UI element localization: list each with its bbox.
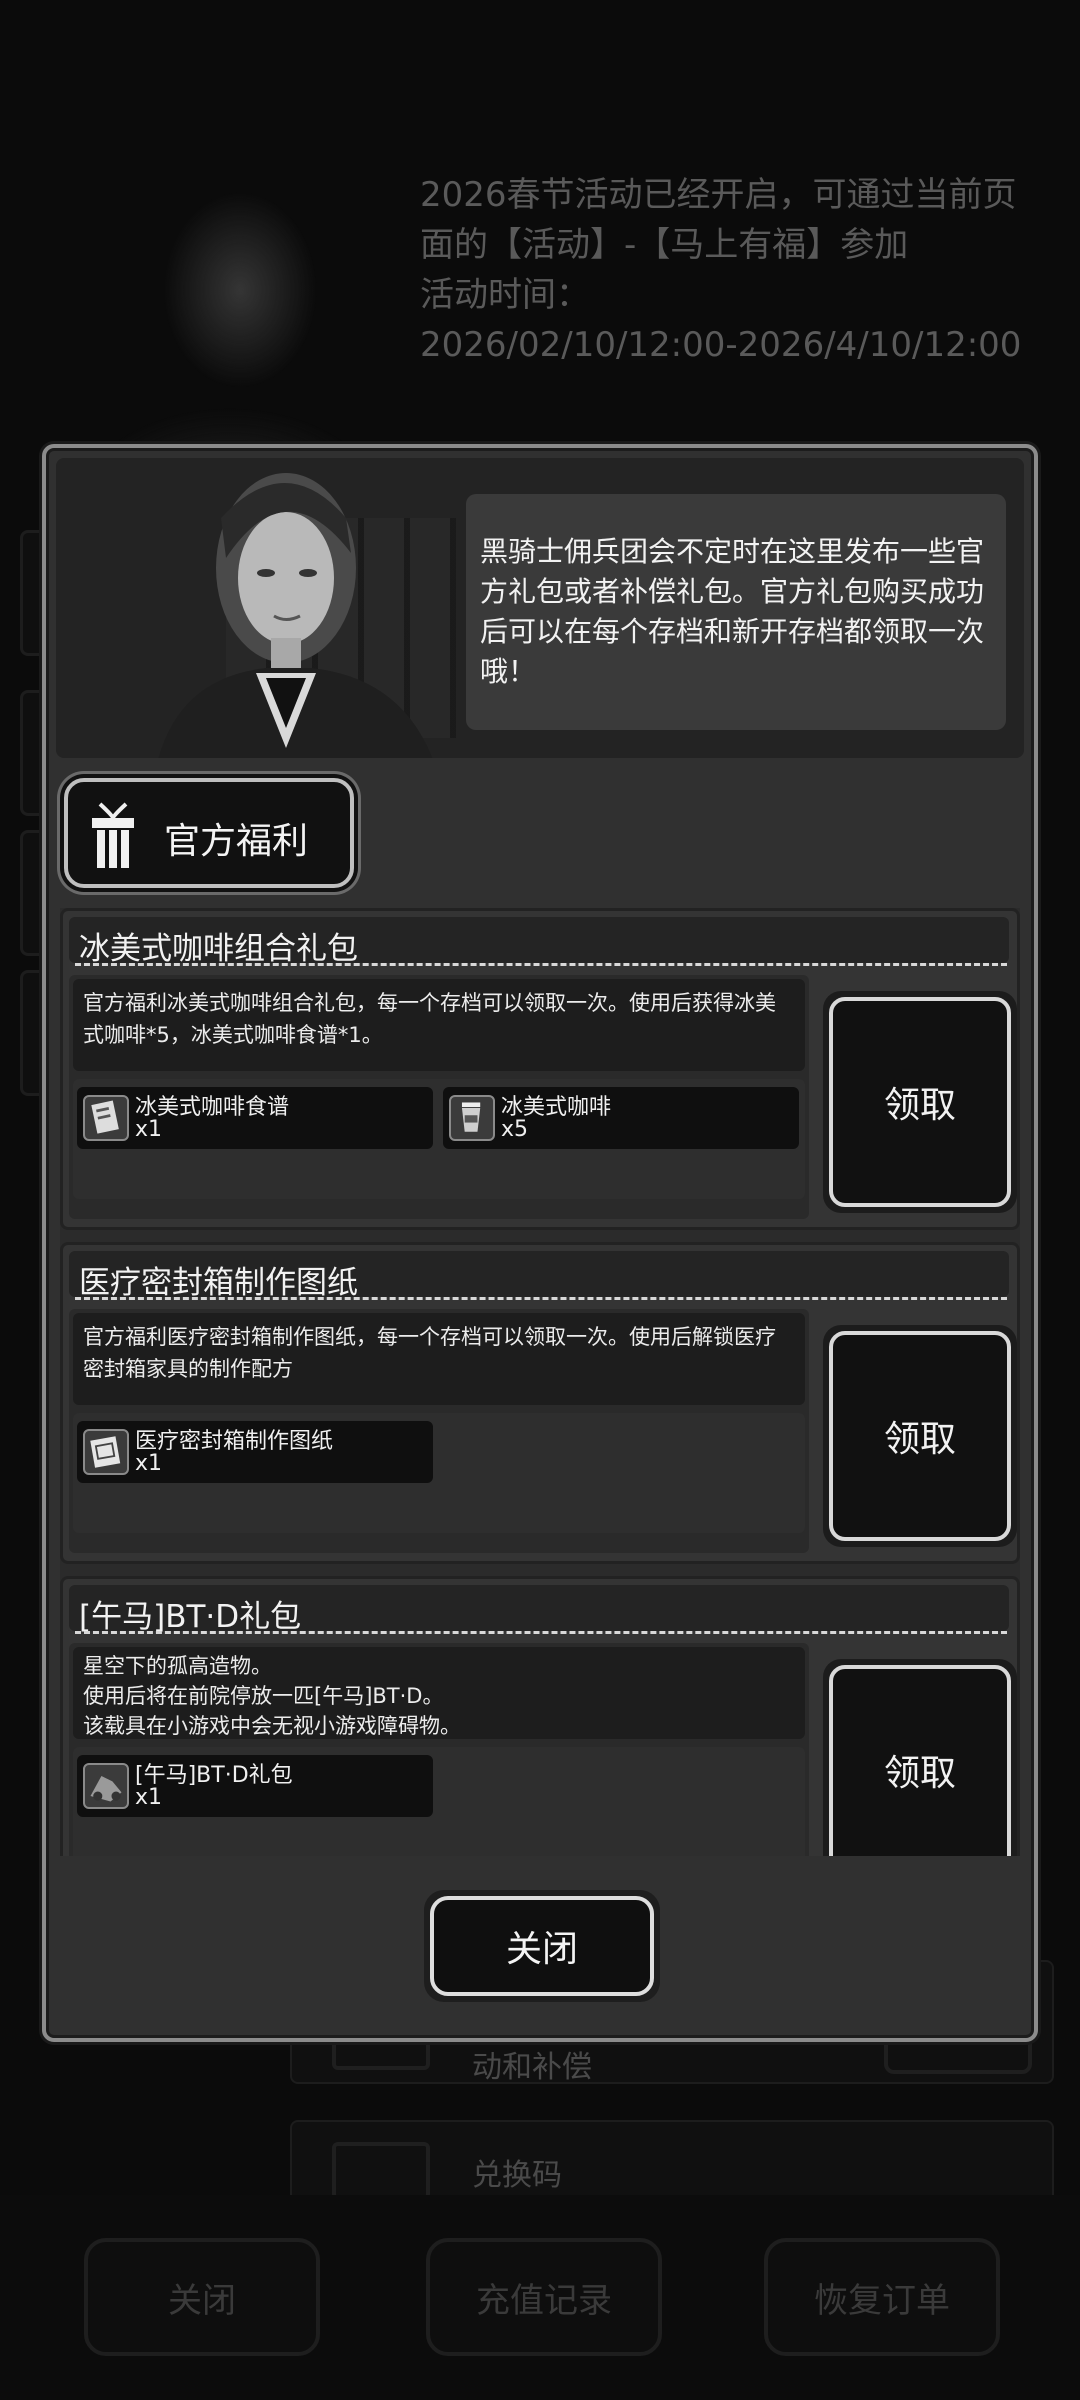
divider	[75, 1631, 1007, 1634]
reward-item[interactable]: 冰美式咖啡 x5	[443, 1087, 799, 1149]
gift-content: 官方福利医疗密封箱制作图纸，每一个存档可以领取一次。使用后解锁医疗密封箱家具的制…	[69, 1309, 809, 1553]
reward-name: 医疗密封箱制作图纸	[135, 1429, 334, 1454]
npc-portrait	[158, 473, 433, 758]
close-button[interactable]: 关闭	[430, 1896, 654, 1996]
gift-icon	[92, 802, 134, 868]
background-list-item[interactable]: 兑换码	[290, 2120, 1054, 2204]
recipe-icon	[83, 1095, 129, 1141]
coffee-cup-icon	[449, 1095, 495, 1141]
event-notice-line: 面的【活动】-【马上有福】参加	[420, 225, 909, 265]
reward-item[interactable]: 冰美式咖啡食谱 x1	[77, 1087, 433, 1149]
gift-content: 星空下的孤高造物。 使用后将在前院停放一匹[午马]BT·D。 该载具在小游戏中会…	[69, 1643, 809, 1856]
gift-title-bar: 医疗密封箱制作图纸	[69, 1251, 1009, 1301]
npc-dialog-panel: 黑骑士佣兵团会不定时在这里发布一些官方礼包或者补偿礼包。官方礼包购买成功后可以在…	[56, 458, 1024, 758]
gift-title-bar: [午马]BT·D礼包	[69, 1585, 1009, 1635]
reward-item[interactable]: 医疗密封箱制作图纸 x1	[77, 1421, 433, 1483]
reward-quantity: x1	[135, 1785, 163, 1810]
gift-title-bar: 冰美式咖啡组合礼包	[69, 917, 1009, 967]
gift-card: 医疗密封箱制作图纸 官方福利医疗密封箱制作图纸，每一个存档可以领取一次。使用后解…	[60, 1242, 1020, 1564]
reward-list: 冰美式咖啡食谱 x1 冰美式咖啡 x5	[73, 1079, 805, 1199]
claim-button-frame: 领取	[823, 1325, 1017, 1547]
background-close-button[interactable]: 关闭	[84, 2238, 320, 2356]
gift-content: 官方福利冰美式咖啡组合礼包，每一个存档可以领取一次。使用后获得冰美式咖啡*5，冰…	[69, 975, 809, 1219]
event-notice-line: 2026/02/10/12:00-2026/4/10/12:00	[420, 325, 1022, 365]
gift-title: 冰美式咖啡组合礼包	[79, 931, 358, 967]
gift-description: 官方福利医疗密封箱制作图纸，每一个存档可以领取一次。使用后解锁医疗密封箱家具的制…	[73, 1313, 805, 1405]
reward-quantity: x5	[501, 1117, 529, 1142]
reward-quantity: x1	[135, 1451, 163, 1476]
section-title: 官方福利	[164, 821, 309, 862]
npc-speech-bubble: 黑骑士佣兵团会不定时在这里发布一些官方礼包或者补偿礼包。官方礼包购买成功后可以在…	[466, 494, 1006, 730]
background-item-icon	[332, 2142, 430, 2200]
close-button-frame: 关闭	[424, 1890, 660, 2002]
claim-button-frame: 领取	[823, 1659, 1017, 1856]
gift-description: 官方福利冰美式咖啡组合礼包，每一个存档可以领取一次。使用后获得冰美式咖啡*5，冰…	[73, 979, 805, 1071]
divider	[75, 1297, 1007, 1300]
gift-card: 冰美式咖啡组合礼包 官方福利冰美式咖啡组合礼包，每一个存档可以领取一次。使用后获…	[60, 908, 1020, 1230]
gift-title: [午马]BT·D礼包	[79, 1599, 302, 1635]
claim-button[interactable]: 领取	[829, 1665, 1011, 1856]
gift-title: 医疗密封箱制作图纸	[79, 1265, 358, 1301]
vehicle-icon	[83, 1763, 129, 1809]
gift-list[interactable]: 冰美式咖啡组合礼包 官方福利冰美式咖啡组合礼包，每一个存档可以领取一次。使用后获…	[60, 908, 1020, 1856]
restore-order-button[interactable]: 恢复订单	[764, 2238, 1000, 2356]
gift-description: 星空下的孤高造物。 使用后将在前院停放一匹[午马]BT·D。 该载具在小游戏中会…	[73, 1647, 805, 1739]
reward-list: [午马]BT·D礼包 x1	[73, 1747, 805, 1856]
claim-button-frame: 领取	[823, 991, 1017, 1213]
event-notice-line: 2026春节活动已经开启，可通过当前页	[420, 175, 1017, 215]
claim-button[interactable]: 领取	[829, 1331, 1011, 1541]
divider	[75, 963, 1007, 966]
section-header-official-benefits: 官方福利	[64, 778, 354, 888]
blueprint-icon	[83, 1429, 129, 1475]
event-notice-line: 活动时间：	[420, 275, 590, 315]
event-notice: 2026春节活动已经开启，可通过当前页 面的【活动】-【马上有福】参加 活动时间…	[420, 170, 1060, 370]
background-item-label: 兑换码	[472, 2158, 562, 2193]
official-benefits-dialog: 黑骑士佣兵团会不定时在这里发布一些官方礼包或者补偿礼包。官方礼包购买成功后可以在…	[42, 444, 1038, 2042]
claim-button[interactable]: 领取	[829, 997, 1011, 1207]
background-item-label: 动和补偿	[472, 2050, 592, 2085]
recharge-history-button[interactable]: 充值记录	[426, 2238, 662, 2356]
reward-item[interactable]: [午马]BT·D礼包 x1	[77, 1755, 433, 1817]
reward-list: 医疗密封箱制作图纸 x1	[73, 1413, 805, 1533]
reward-quantity: x1	[135, 1117, 163, 1142]
gift-card: [午马]BT·D礼包 星空下的孤高造物。 使用后将在前院停放一匹[午马]BT·D…	[60, 1576, 1020, 1856]
